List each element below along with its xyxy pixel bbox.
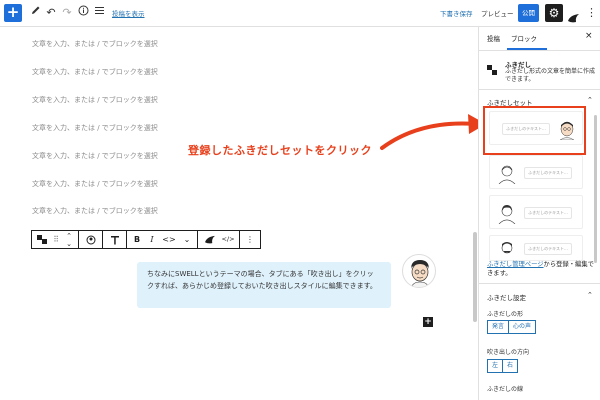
- paragraph-placeholder[interactable]: 文章を入力、または / でブロックを選択: [32, 206, 158, 216]
- tab-block[interactable]: ブロック: [511, 33, 537, 43]
- bubble-text-line: クすれば、あらかじめ登録しておいた吹き出しスタイルに編集できます。: [147, 282, 377, 290]
- speech-bubble-block[interactable]: ちなみにSWELLというテーマの場合、タブにある「吹き出し」をクリッ クすれば、…: [137, 262, 391, 308]
- code-button[interactable]: </>: [220, 231, 236, 248]
- preset-scrollbar[interactable]: [594, 115, 597, 263]
- line-label: ふきだしの線: [487, 386, 524, 393]
- divider: [479, 283, 600, 284]
- bold-button[interactable]: B: [132, 231, 142, 248]
- direction-option-left[interactable]: 左: [487, 359, 504, 373]
- paragraph-placeholder[interactable]: 文章を入力、または / でブロックを選択: [32, 151, 158, 161]
- tab-post[interactable]: 投稿: [487, 33, 500, 43]
- toolbar-divider: [78, 231, 79, 248]
- speech-bubble-icon: [487, 60, 497, 75]
- more-formats-button[interactable]: ⌄: [182, 231, 192, 248]
- chevron-up-icon[interactable]: ⌃: [587, 96, 593, 104]
- swell-format-svg: [205, 235, 215, 244]
- editor-canvas: 文章を入力、または / でブロックを選択 文章を入力、または / でブロックを選…: [0, 27, 478, 400]
- paragraph-placeholder[interactable]: 文章を入力、または / でブロックを選択: [32, 67, 158, 77]
- shape-label: ふきだしの形: [487, 311, 524, 318]
- settings-sidebar: 投稿 ブロック × ふきだし ふきだし形式の文章を簡単に作成できます。 ふきだし…: [478, 27, 600, 400]
- chevron-up-icon[interactable]: ⌃: [587, 291, 593, 299]
- swell-format-icon[interactable]: [203, 231, 217, 248]
- preset-bubble-text: ふきだしのテキスト...: [524, 167, 572, 179]
- shape-option-speech[interactable]: 発言: [487, 320, 510, 334]
- annotation-text: 登録したふきだしセットをクリック: [188, 144, 372, 157]
- pencil-icon-svg: [31, 6, 39, 14]
- toolbar-divider: [126, 231, 127, 248]
- block-toolbar: ⠿ ⌃ ⌄ B I <> ⌄ </> ⋮: [31, 230, 261, 249]
- move-up-down-icon[interactable]: ⌃ ⌄: [64, 231, 74, 248]
- pencil-icon[interactable]: [28, 5, 42, 21]
- save-draft-button[interactable]: 下書き保存: [440, 8, 473, 18]
- align-svg: [111, 236, 119, 245]
- face-style-icon[interactable]: [84, 231, 98, 248]
- divider: [479, 50, 600, 51]
- undo-icon[interactable]: ↶: [44, 5, 58, 21]
- editor-scrollbar[interactable]: [473, 232, 477, 322]
- direction-button-group: 左 右: [487, 359, 519, 373]
- avatar: [402, 254, 436, 288]
- block-options-button[interactable]: ⋮: [244, 231, 256, 248]
- paragraph-placeholder[interactable]: 文章を入力、または / でブロックを選択: [32, 123, 158, 133]
- bubble-preset-item[interactable]: ふきだしのテキスト...: [489, 155, 583, 189]
- link-button[interactable]: <>: [162, 231, 176, 248]
- preset-highlight-frame: [483, 106, 586, 155]
- speech-bubble-icon: [37, 235, 47, 244]
- direction-label: 吹き出しの方向: [487, 349, 530, 356]
- paragraph-placeholder[interactable]: 文章を入力、または / でブロックを選択: [32, 179, 158, 189]
- block-description: ふきだし形式の文章を簡単に作成できます。: [505, 68, 596, 83]
- swell-logo-svg: [568, 14, 579, 23]
- close-icon[interactable]: ×: [585, 31, 593, 41]
- shape-button-group: 発言 心の声: [487, 320, 537, 334]
- block-type-icon[interactable]: [35, 231, 49, 248]
- more-vertical-icon[interactable]: ⋮: [586, 5, 597, 21]
- align-icon[interactable]: [108, 231, 122, 248]
- annotation-arrow-icon: [380, 114, 486, 150]
- preset-bubble-text: ふきだしのテキスト...: [524, 243, 572, 255]
- settings-section-title[interactable]: ふきだし設定: [487, 292, 526, 302]
- manage-page-text: ふきだし管理ページから登録・編集できます。: [487, 259, 600, 277]
- gear-icon[interactable]: ⚙: [545, 4, 563, 22]
- list-view-icon-svg: [94, 7, 104, 14]
- swell-logo-icon[interactable]: [568, 8, 579, 23]
- shape-option-thought[interactable]: 心の声: [508, 320, 537, 334]
- publish-button[interactable]: 公開: [518, 4, 539, 22]
- speech-bubble-svg: [487, 65, 497, 75]
- preview-button[interactable]: プレビュー: [481, 8, 514, 18]
- info-icon-svg: [78, 5, 88, 16]
- face-style-svg: [86, 235, 96, 245]
- drag-handle-icon[interactable]: ⠿: [51, 231, 61, 248]
- manage-page-link[interactable]: ふきだし管理ページ: [487, 261, 544, 268]
- toolbar-divider: [197, 231, 198, 248]
- add-block-button[interactable]: +: [4, 4, 22, 22]
- toolbar-divider: [239, 231, 240, 248]
- view-post-link[interactable]: 投稿を表示: [112, 8, 145, 18]
- block-inserter-button[interactable]: +: [423, 317, 433, 327]
- italic-button[interactable]: I: [147, 231, 157, 248]
- preset-bubble-text: ふきだしのテキスト...: [524, 207, 572, 219]
- toolbar-divider: [102, 231, 103, 248]
- bubble-text-line: ちなみにSWELLというテーマの場合、タブにある「吹き出し」をクリッ: [147, 270, 374, 278]
- direction-option-right[interactable]: 右: [502, 359, 519, 373]
- divider: [479, 89, 600, 90]
- paragraph-placeholder[interactable]: 文章を入力、または / でブロックを選択: [32, 39, 158, 49]
- person-illustration-icon: [498, 205, 516, 224]
- person-illustration-icon: [501, 242, 513, 254]
- paragraph-placeholder[interactable]: 文章を入力、または / でブロックを選択: [32, 95, 158, 105]
- editor-top-toolbar: + ↶ ↷ 投稿を表示 下書き保存 プレビュー 公開 ⚙ ⋮: [0, 0, 600, 27]
- info-icon[interactable]: [76, 5, 90, 21]
- redo-icon[interactable]: ↷: [60, 5, 74, 21]
- person-illustration-icon: [498, 165, 516, 184]
- bubble-preset-item[interactable]: ふきだしのテキスト...: [489, 235, 583, 261]
- list-view-icon[interactable]: [92, 5, 106, 21]
- bubble-preset-item[interactable]: ふきだしのテキスト...: [489, 195, 583, 229]
